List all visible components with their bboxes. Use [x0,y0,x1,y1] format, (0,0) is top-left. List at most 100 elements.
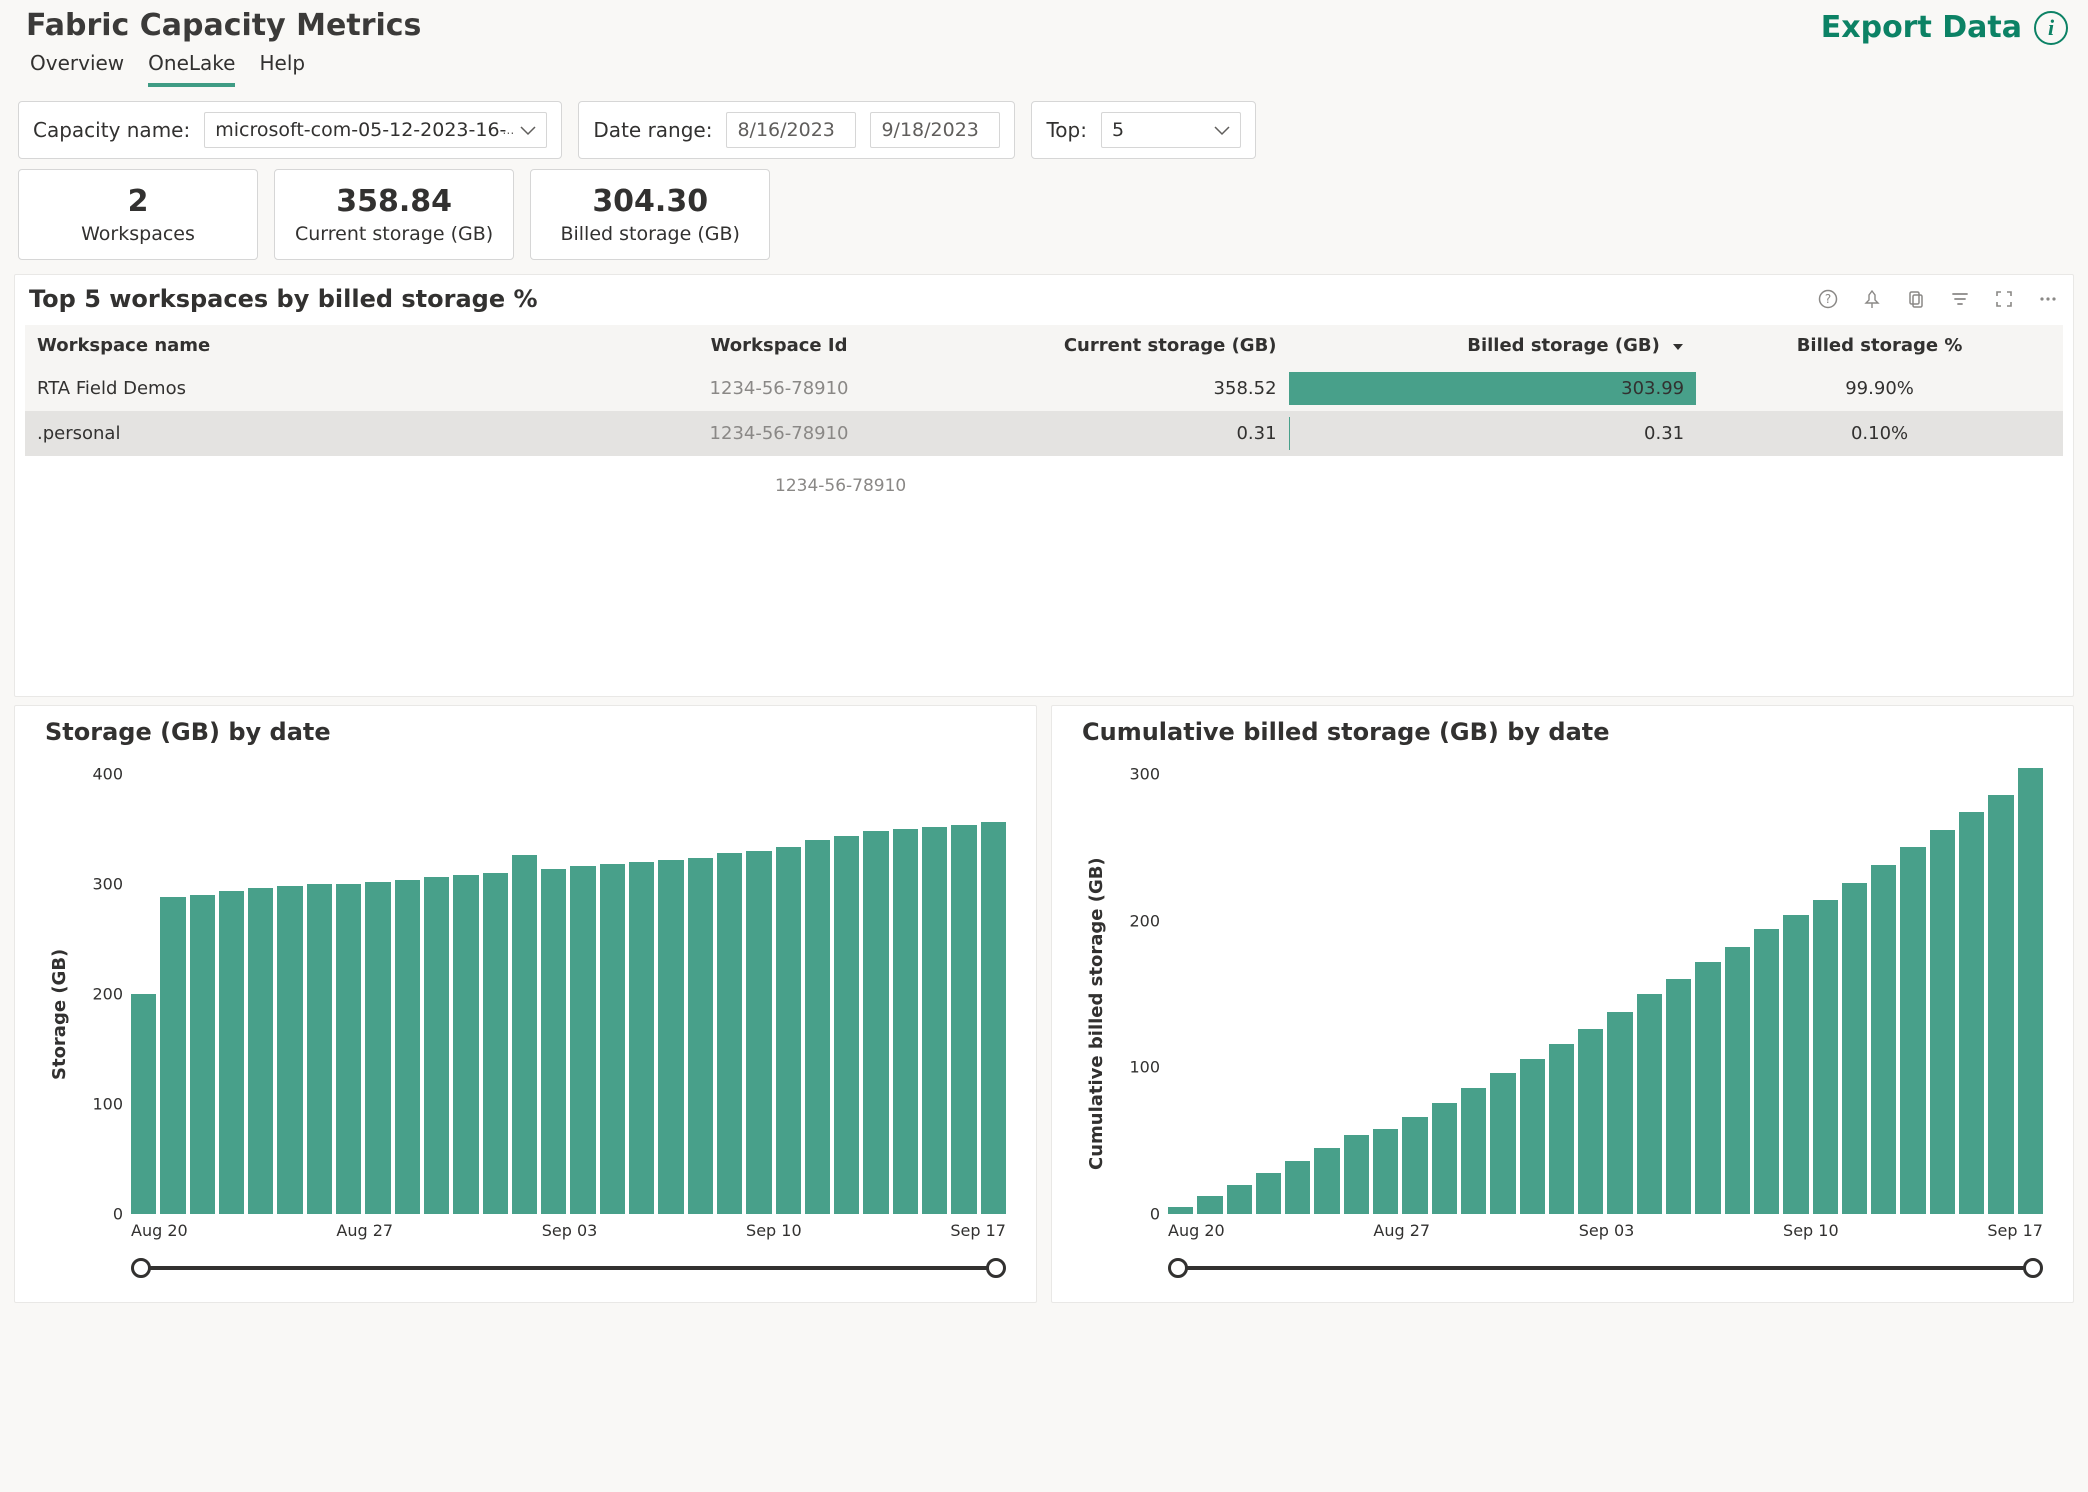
bar[interactable] [1256,1173,1281,1214]
y-tick: 200 [1129,911,1160,930]
bar[interactable] [746,851,771,1214]
bar[interactable] [717,853,742,1214]
bar[interactable] [1285,1161,1310,1214]
bar[interactable] [1695,962,1720,1214]
top-filter: Top: 5 [1031,101,1256,159]
bar[interactable] [1988,795,2013,1214]
bar[interactable] [2018,768,2043,1214]
slider-handle-end[interactable] [2023,1258,2043,1278]
bar[interactable] [1168,1207,1193,1214]
capacity-select[interactable]: microsoft-com-05-12-2023-16- … [204,112,547,148]
bar[interactable] [863,831,888,1214]
slider-handle-end[interactable] [986,1258,1006,1278]
bar[interactable] [1783,915,1808,1214]
tab-overview[interactable]: Overview [30,47,124,87]
slider-handle-start[interactable] [131,1258,151,1278]
filter-icon[interactable] [1949,288,1971,310]
export-data-button[interactable]: Export Data i [1821,10,2068,45]
col-current[interactable]: Current storage (GB) [962,325,1288,366]
bar[interactable] [1520,1059,1545,1214]
bar[interactable] [776,847,801,1214]
bar[interactable] [658,860,683,1214]
col-billed-label: Billed storage (GB) [1467,335,1660,356]
bar[interactable] [277,886,302,1214]
table-row[interactable]: RTA Field Demos 1234-56-78910 358.52 303… [25,366,2063,411]
time-slider[interactable] [141,1266,996,1270]
bar[interactable] [1402,1117,1427,1214]
bar[interactable] [512,855,537,1214]
cell-billed: 0.31 [1289,411,1697,456]
bar[interactable] [541,869,566,1214]
bar[interactable] [600,864,625,1214]
bar[interactable] [1227,1185,1252,1214]
col-billed-pct[interactable]: Billed storage % [1696,325,2063,366]
bar[interactable] [365,882,390,1214]
metric-value: 2 [39,184,237,219]
bar[interactable] [1754,929,1779,1214]
bar[interactable] [1607,1012,1632,1214]
help-icon[interactable]: ? [1817,288,1839,310]
page-title: Fabric Capacity Metrics [26,8,421,43]
bar[interactable] [629,862,654,1214]
chart-plot[interactable]: 0100200300400 Aug 20Aug 27Sep 03Sep 10Se… [70,754,1016,1274]
bar[interactable] [981,822,1006,1214]
col-workspace-id[interactable]: Workspace Id [596,325,963,366]
col-billed[interactable]: Billed storage (GB) [1289,325,1697,366]
tab-help[interactable]: Help [259,47,305,87]
bar[interactable] [1813,900,1838,1214]
bar[interactable] [1197,1196,1222,1214]
bar[interactable] [570,866,595,1214]
bar[interactable] [336,884,361,1214]
bar[interactable] [1490,1073,1515,1214]
bar[interactable] [951,825,976,1214]
bar[interactable] [688,858,713,1214]
bar[interactable] [1432,1103,1457,1214]
top-select[interactable]: 5 [1101,112,1241,148]
bar[interactable] [248,888,273,1214]
bar[interactable] [453,875,478,1214]
bar[interactable] [1578,1029,1603,1214]
bar[interactable] [1959,812,1984,1214]
bar[interactable] [1900,847,1925,1214]
bar[interactable] [483,873,508,1214]
bar[interactable] [219,891,244,1214]
copy-icon[interactable] [1905,288,1927,310]
bar[interactable] [131,994,156,1214]
bar[interactable] [1842,883,1867,1214]
bar[interactable] [1314,1148,1339,1214]
date-range-label: Date range: [593,118,712,142]
pin-icon[interactable] [1861,288,1883,310]
x-tick: Sep 10 [1783,1221,1839,1240]
bar[interactable] [190,895,215,1214]
bar[interactable] [1461,1088,1486,1214]
bar[interactable] [893,829,918,1214]
info-icon[interactable]: i [2034,11,2068,45]
bar[interactable] [1373,1129,1398,1214]
y-axis-label: Storage (GB) [45,754,70,1274]
bar[interactable] [160,897,185,1214]
more-icon[interactable] [2037,288,2059,310]
cell-current: 358.52 [962,366,1288,411]
bar[interactable] [1637,994,1662,1214]
bar[interactable] [805,840,830,1214]
slider-handle-start[interactable] [1168,1258,1188,1278]
date-end-input[interactable]: 9/18/2023 [870,112,1000,148]
bar[interactable] [834,836,859,1214]
time-slider[interactable] [1178,1266,2033,1270]
bar[interactable] [922,827,947,1214]
table-row[interactable]: .personal 1234-56-78910 0.31 0.31 0.10% [25,411,2063,456]
bar[interactable] [1549,1044,1574,1214]
tab-onelake[interactable]: OneLake [148,47,235,87]
bar[interactable] [424,877,449,1214]
bar[interactable] [1930,830,1955,1214]
bar[interactable] [1725,947,1750,1214]
chart-plot[interactable]: 0100200300 Aug 20Aug 27Sep 03Sep 10Sep 1… [1107,754,2053,1274]
focus-mode-icon[interactable] [1993,288,2015,310]
bar[interactable] [1871,865,1896,1214]
bar[interactable] [1344,1135,1369,1214]
bar[interactable] [307,884,332,1214]
bar[interactable] [395,880,420,1214]
col-workspace[interactable]: Workspace name [25,325,596,366]
bar[interactable] [1666,979,1691,1214]
date-start-input[interactable]: 8/16/2023 [726,112,856,148]
